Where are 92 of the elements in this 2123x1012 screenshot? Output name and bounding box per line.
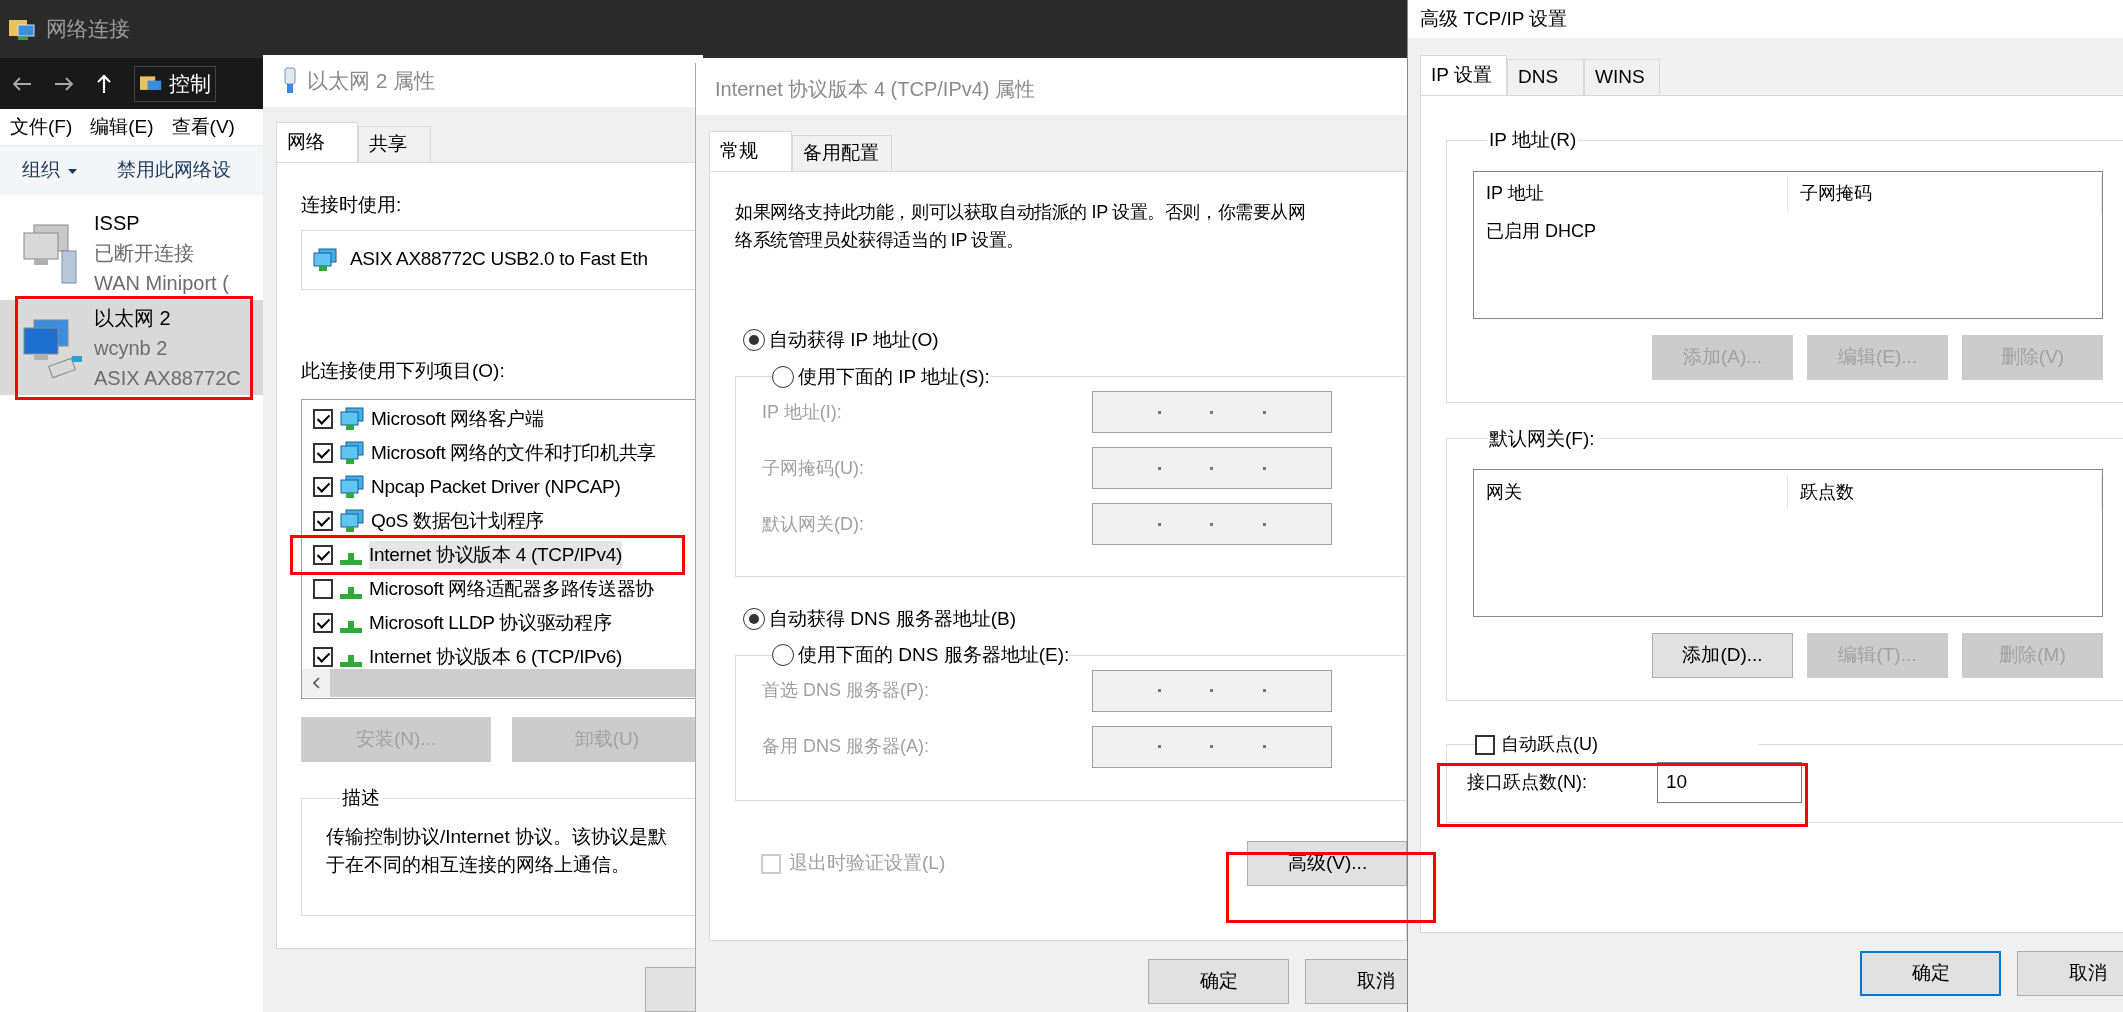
usb-plug-icon	[283, 67, 297, 95]
item-label: Microsoft 网络适配器多路传送器协	[369, 576, 655, 601]
ip-address-field[interactable]	[1092, 669, 1332, 712]
column-header[interactable]: IP 地址	[1474, 175, 1788, 212]
checkbox[interactable]	[1475, 734, 1495, 755]
tab[interactable]: WINS	[1584, 59, 1660, 95]
column-header[interactable]: 跃点数	[1788, 474, 2102, 510]
dialog-button[interactable]: 确定	[1860, 951, 2001, 996]
connection-status: 已断开连接	[94, 240, 195, 266]
checkbox-label: 自动跃点(U)	[1501, 733, 1599, 756]
checkbox[interactable]	[313, 511, 333, 531]
field-label: 首选 DNS 服务器(P):	[762, 679, 929, 702]
item-label: Microsoft 网络客户端	[371, 406, 544, 431]
checkbox[interactable]	[313, 579, 333, 599]
description-text: 传输控制协议/Internet 协议。该协议是默 于在不同的相互连接的网络上通信。	[326, 824, 668, 877]
column-header[interactable]: 子网掩码	[1788, 175, 2102, 212]
back-arrow-icon[interactable]	[12, 75, 32, 92]
item-label: Internet 协议版本 4 (TCP/IPv4)	[369, 540, 622, 570]
network-component-icon	[339, 475, 365, 499]
ip-address-field[interactable]	[1092, 391, 1332, 433]
network-component-icon	[339, 407, 365, 431]
item-label: Npcap Packet Driver (NPCAP)	[371, 474, 621, 499]
connection-item[interactable]: ISSP 已断开连接 WAN Miniport (	[0, 205, 263, 300]
intro-text: 如果网络支持此功能，则可以获取自动指派的 IP 设置。否则，你需要从网 络系统管理员处获得适当的 IP 设置。	[735, 201, 1307, 252]
table-cell-text: 已启用 DHCP	[1485, 220, 1597, 243]
up-arrow-icon[interactable]	[96, 73, 112, 94]
field-label: 备用 DNS 服务器(A):	[762, 735, 929, 758]
radio-button[interactable]: 使用下面的 IP 地址(S):	[772, 362, 990, 391]
window-title: Internet 协议版本 4 (TCP/IPv4) 属性	[715, 77, 1036, 102]
dialog-button[interactable]: 取消	[2017, 951, 2123, 996]
tab[interactable]: DNS	[1507, 59, 1584, 95]
network-protocol-icon	[340, 655, 362, 667]
checkbox[interactable]	[313, 409, 333, 429]
column-header[interactable]: 网关	[1474, 474, 1788, 510]
tab[interactable]: 网络	[276, 122, 358, 162]
field-label: 此连接使用下列项目(O):	[301, 358, 506, 383]
network-protocol-icon	[340, 621, 362, 633]
menu-item[interactable]: 查看(V)	[171, 112, 235, 142]
checkbox[interactable]	[313, 477, 333, 497]
tab[interactable]: 共享	[358, 126, 431, 162]
field-label: 子网掩码(U):	[762, 456, 864, 480]
group-title: 默认网关(F):	[1488, 426, 1596, 451]
item-label: Microsoft 网络的文件和打印机共享	[371, 440, 657, 465]
dialog-button[interactable]: 确定	[1148, 959, 1289, 1004]
network-adapter-icon	[312, 247, 338, 272]
network-component-icon	[339, 441, 365, 465]
network-protocol-icon	[340, 587, 362, 599]
network-component-icon	[339, 509, 365, 533]
connection-device: WAN Miniport (	[94, 270, 229, 296]
connection-name: 以太网 2	[94, 305, 172, 331]
ip-address-field[interactable]	[1092, 447, 1332, 489]
radio-button[interactable]: 自动获得 DNS 服务器地址(B)	[743, 604, 1406, 633]
dropdown-caret-icon[interactable]	[68, 168, 77, 174]
item-label: Microsoft LLDP 协议驱动程序	[369, 610, 612, 635]
network-protocol-icon	[340, 553, 362, 565]
checkbox[interactable]	[313, 443, 333, 463]
advanced-button[interactable]: 高级(V)...	[1247, 841, 1407, 886]
radio-button[interactable]: 自动获得 IP 地址(O)	[743, 326, 1406, 355]
connection-device: ASIX AX88772C	[94, 365, 241, 391]
tab[interactable]: 备用配置	[792, 135, 892, 171]
field-label: 默认网关(D):	[762, 512, 864, 536]
item-label: Internet 协议版本 6 (TCP/IPv6)	[369, 644, 622, 669]
toolbar-button[interactable]: 组织	[22, 156, 77, 185]
checkbox[interactable]	[313, 647, 333, 667]
address-bar[interactable]: 控制	[134, 65, 216, 102]
item-label: QoS 数据包计划程序	[371, 508, 544, 533]
field-label: 连接时使用:	[301, 193, 403, 217]
connection-status: wcynb 2	[94, 335, 169, 361]
group-title: 描述	[341, 786, 381, 810]
field-label: 接口跃点数(N):	[1467, 771, 1588, 794]
menu-item[interactable]: 文件(F)	[10, 112, 73, 142]
checkbox[interactable]	[313, 613, 333, 633]
metric-field[interactable]: 10	[1657, 762, 1802, 803]
checkbox-label: 退出时验证设置(L)	[789, 851, 946, 876]
ip-address-field[interactable]	[1092, 503, 1332, 545]
connection-name: ISSP	[94, 210, 141, 236]
scroll-left-icon[interactable]	[312, 677, 320, 689]
menu-item[interactable]: 编辑(E)	[90, 112, 154, 142]
field-label: IP 地址(I):	[762, 400, 842, 424]
group-title: IP 地址(R)	[1488, 128, 1578, 152]
checkbox[interactable]	[313, 545, 333, 565]
window-title: 网络连接	[46, 16, 130, 43]
dialog-button[interactable]: 添加(D)...	[1652, 633, 1793, 678]
adapter-name: ASIX AX88772C USB2.0 to Fast Eth	[350, 247, 648, 272]
window-title: 以太网 2 属性	[307, 68, 436, 95]
ip-address-field[interactable]	[1092, 725, 1332, 768]
toolbar-button[interactable]: 禁用此网络设	[117, 156, 231, 185]
forward-arrow-icon[interactable]	[54, 75, 74, 92]
window-title: 高级 TCP/IP 设置	[1420, 6, 1568, 31]
tab[interactable]: IP 设置	[1420, 55, 1507, 95]
radio-button[interactable]: 使用下面的 DNS 服务器地址(E):	[772, 641, 1070, 670]
tab[interactable]: 常规	[709, 131, 792, 171]
